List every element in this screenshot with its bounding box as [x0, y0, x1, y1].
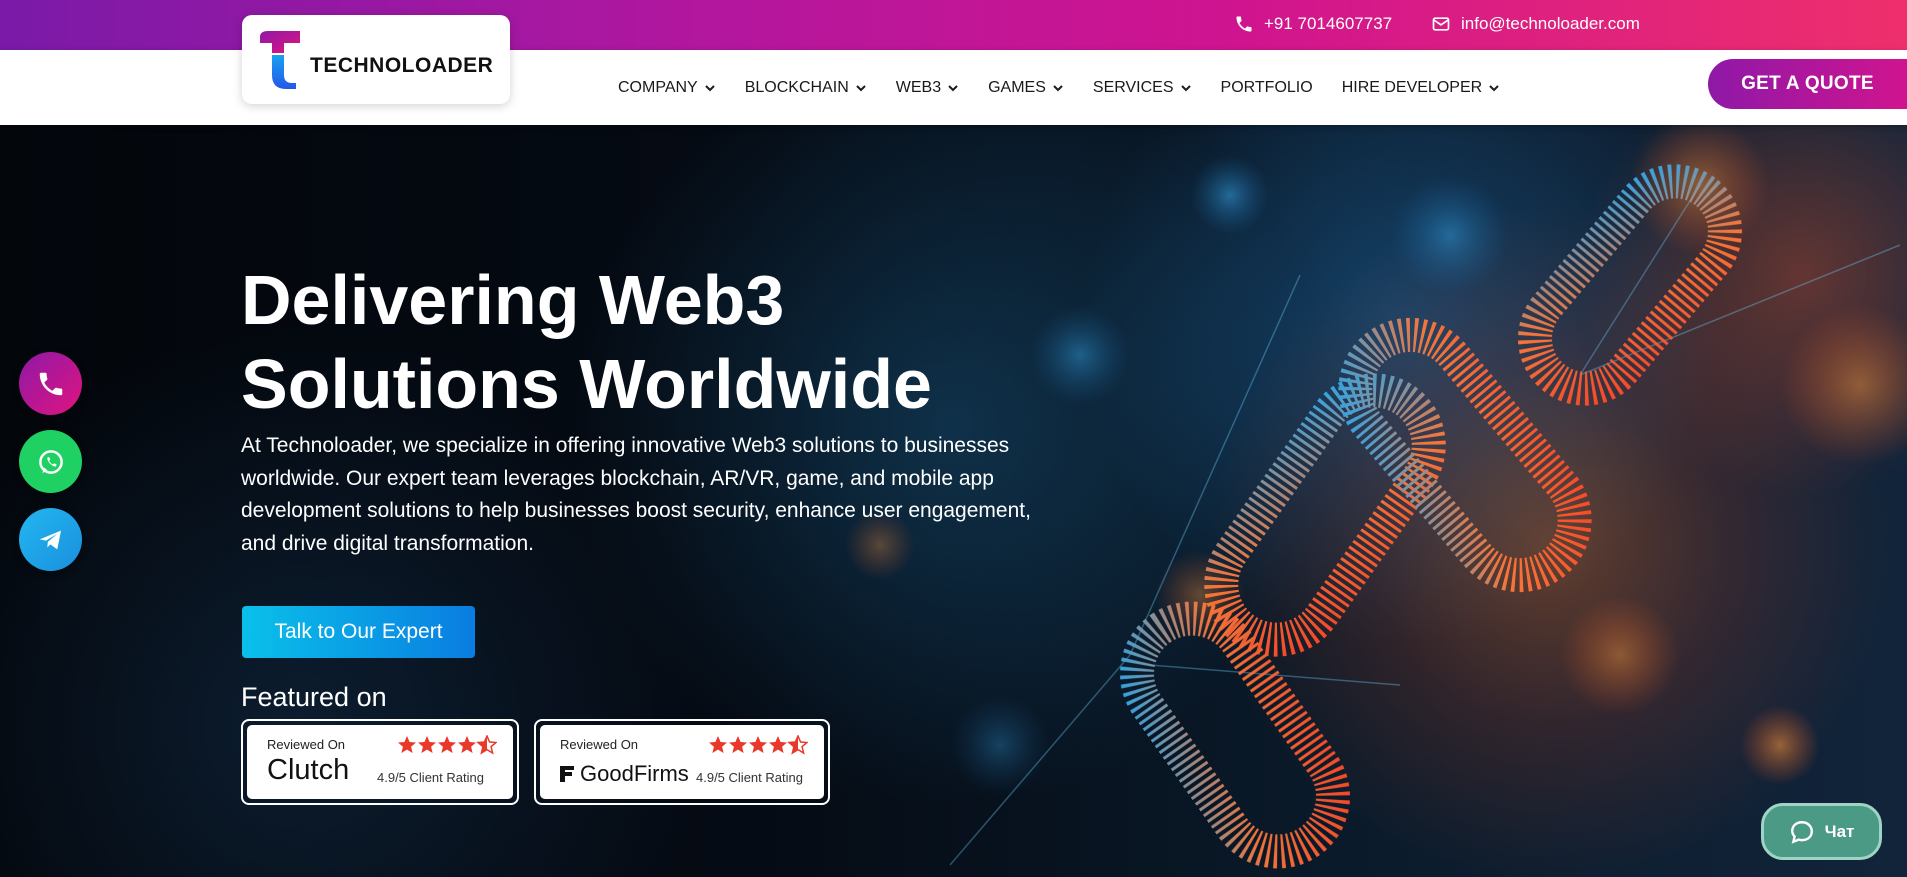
nav-label: PORTFOLIO	[1220, 78, 1313, 96]
stars-icon	[709, 735, 808, 755]
whatsapp-float-button[interactable]	[19, 430, 82, 493]
chat-bubble-icon	[1790, 820, 1813, 844]
phone-icon	[39, 372, 62, 395]
star-rating	[397, 735, 497, 757]
talk-to-expert-button[interactable]: Talk to Our Expert	[242, 606, 475, 658]
chevron-down-icon	[1489, 84, 1499, 91]
nav-label: GAMES	[988, 78, 1046, 96]
goodfirms-wordmark: GoodFirms	[580, 761, 689, 786]
featured-on-heading: Featured on	[241, 682, 387, 712]
chevron-down-icon	[948, 84, 958, 91]
nav-hire-developer[interactable]: HIRE DEVELOPER	[1342, 79, 1500, 97]
badge-reviewed-label: Reviewed On	[267, 737, 346, 752]
clutch-logo: Clutch	[267, 754, 350, 786]
goodfirms-mark-icon	[560, 766, 574, 782]
badge-rating-text: 4.9/5 Client Rating	[696, 770, 803, 785]
phone-contact[interactable]: +91 7014607737	[1234, 14, 1392, 34]
chevron-down-icon	[1180, 84, 1191, 91]
telegram-float-button[interactable]	[19, 508, 82, 571]
email-contact[interactable]: info@technoloader.com	[1431, 14, 1640, 34]
nav-portfolio[interactable]: PORTFOLIO	[1221, 79, 1313, 97]
phone-icon	[1236, 16, 1252, 32]
nav-label: COMPANY	[618, 78, 698, 96]
call-float-button[interactable]	[19, 352, 82, 415]
site-logo[interactable]: TECHNOLOADER	[242, 15, 510, 104]
nav-games[interactable]: GAMES	[988, 79, 1064, 97]
stars-icon	[398, 735, 497, 755]
chevron-down-icon	[1053, 84, 1063, 91]
badge-card: Reviewed On Clutch 4.9/5 Client Rating	[247, 725, 513, 799]
chevron-down-icon	[856, 84, 866, 91]
nav-label: BLOCKCHAIN	[744, 78, 849, 96]
main-nav: COMPANY BLOCKCHAIN WEB3 GAMES SERVICES P…	[618, 50, 1529, 125]
badge-rating-text: 4.9/5 Client Rating	[377, 770, 484, 785]
nav-label: HIRE DEVELOPER	[1341, 78, 1483, 96]
hero-title-line2: Solutions Worldwide	[241, 345, 932, 423]
hero-description: At Technoloader, we specialize in offeri…	[241, 434, 1031, 555]
nav-web3[interactable]: WEB3	[896, 79, 959, 97]
email-address: info@technoloader.com	[1461, 14, 1640, 33]
telegram-icon	[39, 530, 61, 549]
goodfirms-review-badge[interactable]: Reviewed On GoodFirms 4.9/5 Client Ratin…	[534, 719, 830, 805]
hero-title: Delivering Web3 Solutions Worldwide	[241, 258, 1141, 426]
nav-services[interactable]: SERVICES	[1093, 79, 1192, 97]
phone-number: +91 7014607737	[1264, 14, 1393, 33]
chat-widget-button[interactable]: Чат	[1761, 803, 1882, 860]
whatsapp-icon	[38, 449, 63, 474]
hero-title-line1: Delivering Web3	[241, 261, 785, 339]
nav-label: SERVICES	[1092, 78, 1174, 96]
clutch-review-badge[interactable]: Reviewed On Clutch 4.9/5 Client Rating	[241, 719, 519, 805]
get-a-quote-button[interactable]: GET A QUOTE	[1708, 59, 1907, 109]
nav-company[interactable]: COMPANY	[618, 79, 716, 97]
logo-text: TECHNOLOADER	[310, 53, 494, 77]
star-rating	[708, 735, 808, 757]
chat-label: Чат	[1824, 821, 1855, 841]
chevron-down-icon	[705, 84, 715, 91]
badge-card: Reviewed On GoodFirms 4.9/5 Client Ratin…	[540, 725, 824, 799]
badge-reviewed-label: Reviewed On	[560, 737, 639, 752]
goodfirms-logo: GoodFirms	[558, 761, 689, 787]
envelope-icon	[1432, 17, 1450, 31]
nav-label: WEB3	[895, 78, 942, 96]
logo-mark-icon	[260, 30, 300, 89]
nav-blockchain[interactable]: BLOCKCHAIN	[745, 79, 867, 97]
hero-section: Delivering Web3 Solutions Worldwide At T…	[0, 125, 1907, 877]
